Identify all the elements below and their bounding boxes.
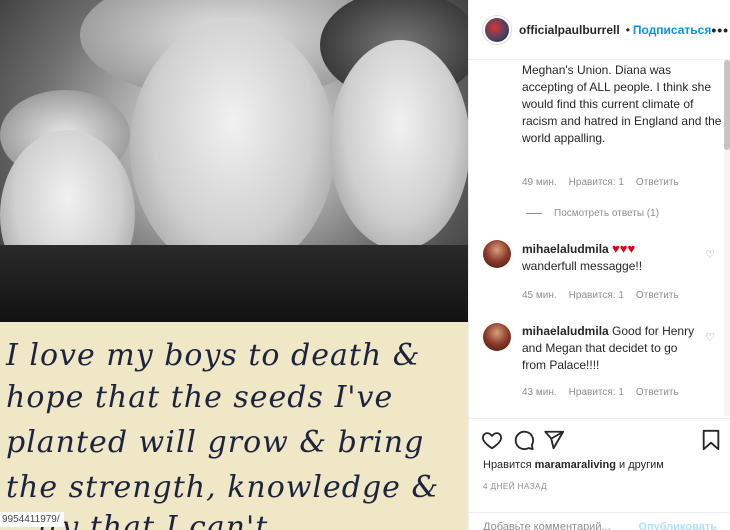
comment-meta: 49 мин. Нравится: 1 Ответить xyxy=(522,177,679,188)
post-timestamp[interactable]: 4 ДНЕЙ НАЗАД xyxy=(483,482,547,491)
likes-prefix: Нравится xyxy=(483,459,532,471)
face-right xyxy=(330,40,468,250)
view-replies-button[interactable]: Посмотреть ответы (1) xyxy=(526,208,659,219)
handwriting-line: hope that the seeds I've xyxy=(6,380,394,415)
portrait-photo xyxy=(0,0,468,325)
comment-time[interactable]: 43 мин. xyxy=(522,387,557,398)
comment-text: Meghan's Union. Diana was accepting of A… xyxy=(522,63,722,145)
photo-id-label: 9954411979/ xyxy=(0,512,64,527)
add-comment-bar: Добавьте комментарий... Опубликовать xyxy=(469,512,730,530)
commenter-username[interactable]: mihaelaludmila xyxy=(522,242,609,256)
comment-time[interactable]: 45 мин. xyxy=(522,290,557,301)
commenter-avatar[interactable] xyxy=(483,240,511,268)
face-center xyxy=(130,20,335,275)
handwriting-line: the strength, knowledge & xyxy=(6,470,440,505)
comment-text: wanderfull messagge!! xyxy=(522,259,643,273)
commenter-avatar[interactable] xyxy=(483,323,511,351)
comment-icon[interactable] xyxy=(513,429,535,457)
commenter-username[interactable]: mihaelaludmila xyxy=(522,324,609,338)
comment-meta: 43 мин. Нравится: 1 Ответить xyxy=(522,387,679,398)
comment-likes[interactable]: Нравится: 1 xyxy=(569,290,624,301)
like-comment-icon[interactable]: ♡ xyxy=(705,331,715,344)
view-replies-label: Посмотреть ответы (1) xyxy=(554,208,660,219)
comment-body: mihaelaludmila ♥♥♥ wanderfull messagge!! xyxy=(522,240,702,275)
bookmark-icon[interactable] xyxy=(701,429,721,457)
separator: • xyxy=(625,22,630,37)
likes-others-link[interactable]: и другим xyxy=(619,459,664,471)
comment-likes[interactable]: Нравится: 1 xyxy=(569,177,624,188)
reply-button[interactable]: Ответить xyxy=(636,177,679,188)
comment-time[interactable]: 49 мин. xyxy=(522,177,557,188)
replies-line xyxy=(526,213,542,214)
reply-button[interactable]: Ответить xyxy=(636,290,679,301)
handwriting-line: I love my boys to death & xyxy=(6,338,421,373)
clothing xyxy=(0,245,468,325)
follow-button[interactable]: Подписаться xyxy=(633,23,711,37)
avatar[interactable] xyxy=(483,15,511,44)
more-options-icon[interactable]: ••• xyxy=(711,22,729,38)
publish-button[interactable]: Опубликовать xyxy=(638,521,717,530)
likes-user-link[interactable]: maramaraliving xyxy=(535,459,616,471)
scrollbar-thumb[interactable] xyxy=(724,60,730,150)
comment-likes[interactable]: Нравится: 1 xyxy=(569,387,624,398)
comment-body: mihaelaludmila Good for Henry and Megan … xyxy=(522,323,702,374)
share-icon[interactable] xyxy=(543,429,565,457)
username-link[interactable]: officialpaulburrell xyxy=(519,23,620,37)
likes-summary: Нравится maramaraliving и другим xyxy=(483,459,664,471)
red-hearts-emoji: ♥♥♥ xyxy=(612,241,636,256)
handwriting-line: planted will grow & bring xyxy=(6,425,425,460)
comment-meta: 45 мин. Нравится: 1 Ответить xyxy=(522,290,679,301)
reply-button[interactable]: Ответить xyxy=(636,387,679,398)
like-comment-icon[interactable]: ♡ xyxy=(705,248,715,261)
heart-icon[interactable] xyxy=(481,429,503,457)
post-photo[interactable]: I love my boys to death & hope that the … xyxy=(0,0,468,530)
comment-input[interactable]: Добавьте комментарий... xyxy=(483,521,611,530)
post-header: officialpaulburrell • Подписаться ••• xyxy=(469,0,730,60)
post-sidebar: officialpaulburrell • Подписаться ••• Me… xyxy=(468,0,730,530)
